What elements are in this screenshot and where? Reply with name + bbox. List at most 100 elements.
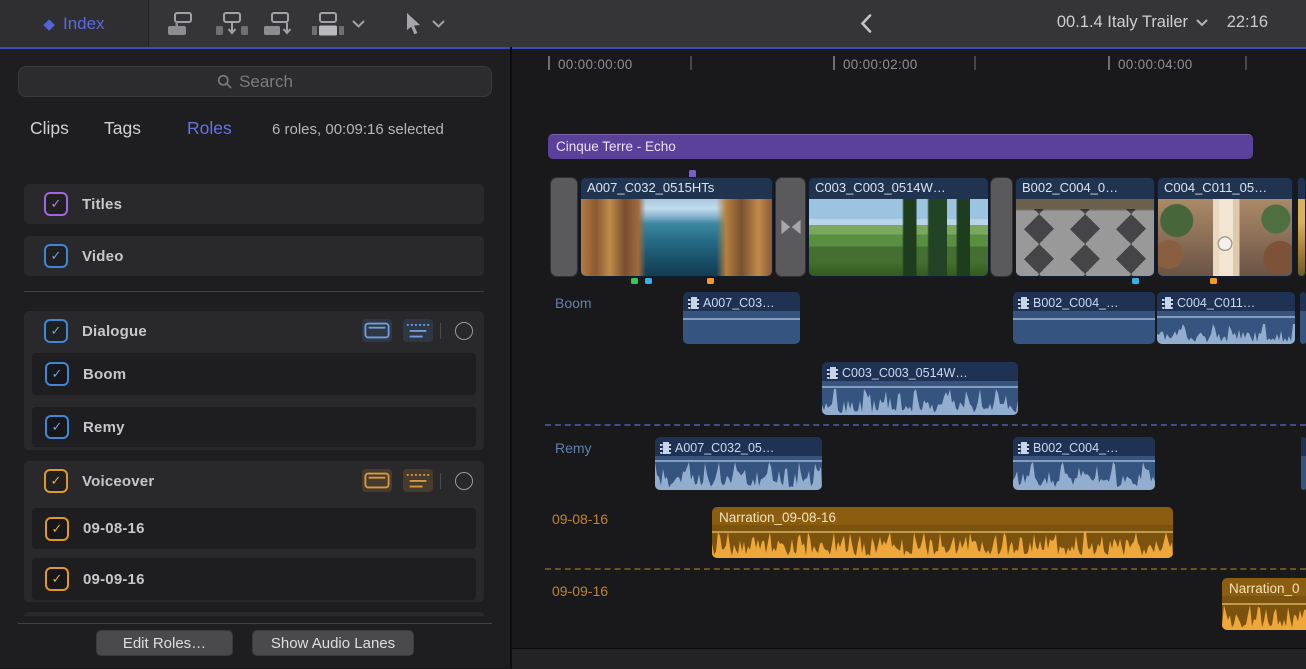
audio-clip-partial[interactable]	[1300, 292, 1306, 344]
marker-teal[interactable]	[1132, 278, 1139, 284]
video-clip-a007[interactable]: A007_C032_0515HTs	[580, 177, 773, 277]
panel-divider	[510, 47, 512, 668]
separate-lanes-icon	[405, 472, 431, 489]
controls-divider	[440, 473, 441, 489]
role-row-dialogue[interactable]: ✓ Dialogue	[24, 311, 484, 351]
09-09-16-checkbox[interactable]: ✓	[45, 567, 69, 591]
audio-clip-narration-09-09-16[interactable]: Narration_0	[1222, 578, 1306, 630]
volume-line[interactable]	[1013, 318, 1155, 320]
role-row-titles[interactable]: ✓ Titles	[24, 184, 484, 224]
audio-clip-boom-c003[interactable]: C003_C003_0514W…	[822, 362, 1018, 415]
voiceover-unified-lane-button[interactable]	[362, 469, 392, 492]
tab-roles[interactable]: Roles	[187, 118, 232, 139]
film-icon	[1162, 297, 1173, 309]
volume-line[interactable]	[1157, 316, 1295, 318]
lane-label-remy: Remy	[555, 440, 592, 456]
title-clip[interactable]: Cinque Terre - Echo	[548, 134, 1253, 159]
timeline-ruler[interactable]: 00:00:00:00 00:00:02:00 00:00:04:00	[512, 49, 1306, 85]
transition-clip[interactable]	[990, 177, 1013, 277]
search-input[interactable]: Search	[18, 66, 492, 97]
append-button[interactable]	[262, 10, 298, 37]
timeline-bottom-strip	[512, 648, 1306, 669]
volume-line[interactable]	[683, 318, 800, 320]
lane-label-boom: Boom	[555, 295, 592, 311]
insert-button[interactable]	[214, 10, 250, 37]
role-row-remy[interactable]: ✓ Remy	[32, 407, 476, 447]
audio-clip-boom-c004[interactable]: C004_C011…	[1157, 292, 1295, 344]
select-arrow-icon	[404, 12, 424, 36]
audio-clip-boom-b002[interactable]: B002_C004_…	[1013, 292, 1155, 344]
role-row-video[interactable]: ✓ Video	[24, 236, 484, 276]
audio-clip-partial[interactable]	[1301, 437, 1306, 490]
marker-teal[interactable]	[645, 278, 652, 284]
overwrite-button[interactable]	[310, 10, 346, 37]
audio-clip-remy-a007[interactable]: A007_C032_05…	[655, 437, 822, 490]
back-button[interactable]	[860, 10, 872, 37]
audio-clip-name: Narration_0	[1222, 578, 1306, 599]
voiceover-separate-lanes-button[interactable]	[403, 469, 433, 492]
dialogue-checkbox[interactable]: ✓	[44, 319, 68, 343]
connect-clip-icon	[166, 11, 202, 37]
tab-clips[interactable]: Clips	[30, 118, 69, 139]
tool-dropdown-chevron[interactable]	[432, 10, 445, 37]
audio-clip-remy-b002[interactable]: B002_C004_…	[1013, 437, 1155, 490]
video-clip-b002[interactable]: B002_C004_0…	[1015, 177, 1155, 277]
voiceover-focus-radio[interactable]	[455, 472, 473, 490]
role-row-09-09-16[interactable]: ✓ 09-09-16	[32, 558, 476, 600]
transition-clip[interactable]	[550, 177, 578, 277]
unified-lane-icon	[364, 322, 390, 339]
back-chevron-icon	[860, 14, 872, 33]
role-row-boom[interactable]: ✓ Boom	[32, 353, 476, 395]
video-thumbnail-plaza	[1016, 199, 1154, 276]
audio-clip-name: B002_C004_…	[1033, 441, 1118, 455]
film-icon	[1018, 297, 1029, 309]
audio-clip-name: C004_C011…	[1177, 296, 1255, 310]
transition-clip-crossfade[interactable]	[775, 177, 806, 277]
film-icon	[660, 442, 671, 454]
show-audio-lanes-button[interactable]: Show Audio Lanes	[252, 630, 414, 656]
dialogue-unified-lane-button[interactable]	[362, 319, 392, 342]
role-label-dialogue: Dialogue	[82, 323, 147, 340]
video-clip-partial[interactable]	[1297, 177, 1306, 277]
role-group-voiceover: ✓ Voiceover ✓ 09-08-16 ✓ 09-09-16	[24, 461, 484, 602]
volume-line[interactable]	[822, 386, 1018, 388]
role-row-voiceover[interactable]: ✓ Voiceover	[24, 461, 484, 501]
titles-checkbox[interactable]: ✓	[44, 192, 68, 216]
video-clip-title: B002_C004_0…	[1016, 178, 1154, 199]
video-checkbox[interactable]: ✓	[44, 244, 68, 268]
role-group-dialogue: ✓ Dialogue ✓ Boom ✓ Remy	[24, 311, 484, 450]
marker-orange[interactable]	[707, 278, 714, 284]
project-chevron-down-icon	[1196, 19, 1208, 27]
project-title: 00.1.4 Italy Trailer	[1057, 13, 1188, 32]
next-role-group-edge	[24, 612, 484, 616]
project-title-dropdown[interactable]: 00.1.4 Italy Trailer	[1057, 13, 1208, 32]
video-clip-title: C004_C011_05…	[1158, 178, 1292, 199]
edit-mode-dropdown-chevron[interactable]	[352, 10, 365, 37]
marker-green[interactable]	[631, 278, 638, 284]
audio-clip-name: C003_C003_0514W…	[842, 366, 968, 380]
index-button[interactable]: ◆ Index	[0, 0, 149, 47]
audio-clip-name: B002_C004_…	[1033, 296, 1118, 310]
audio-waveform	[1157, 324, 1295, 344]
role-label-09-09-16: 09-09-16	[83, 571, 145, 588]
ruler-tick	[548, 56, 550, 70]
edit-roles-button[interactable]: Edit Roles…	[96, 630, 233, 656]
audio-clip-narration-09-08-16[interactable]: Narration_09-08-16	[712, 507, 1173, 558]
roles-summary: 6 roles, 00:09:16 selected	[272, 121, 444, 138]
remy-checkbox[interactable]: ✓	[45, 415, 69, 439]
video-clip-c004[interactable]: C004_C011_05…	[1157, 177, 1293, 277]
footer-divider	[18, 623, 492, 624]
role-row-09-08-16[interactable]: ✓ 09-08-16	[32, 508, 476, 549]
dialogue-separate-lanes-button[interactable]	[403, 319, 433, 342]
marker-orange[interactable]	[1210, 278, 1217, 284]
video-clip-c003[interactable]: C003_C003_0514W…	[808, 177, 989, 277]
audio-clip-boom-a007[interactable]: A007_C03…	[683, 292, 800, 344]
dialogue-focus-radio[interactable]	[455, 322, 473, 340]
09-08-16-checkbox[interactable]: ✓	[45, 517, 69, 541]
tab-tags[interactable]: Tags	[104, 118, 141, 139]
select-tool-button[interactable]	[404, 10, 424, 37]
connect-clip-button[interactable]	[166, 10, 202, 37]
boom-checkbox[interactable]: ✓	[45, 362, 69, 386]
voiceover-checkbox[interactable]: ✓	[44, 469, 68, 493]
video-thumbnail-cinque-terre	[581, 199, 772, 276]
